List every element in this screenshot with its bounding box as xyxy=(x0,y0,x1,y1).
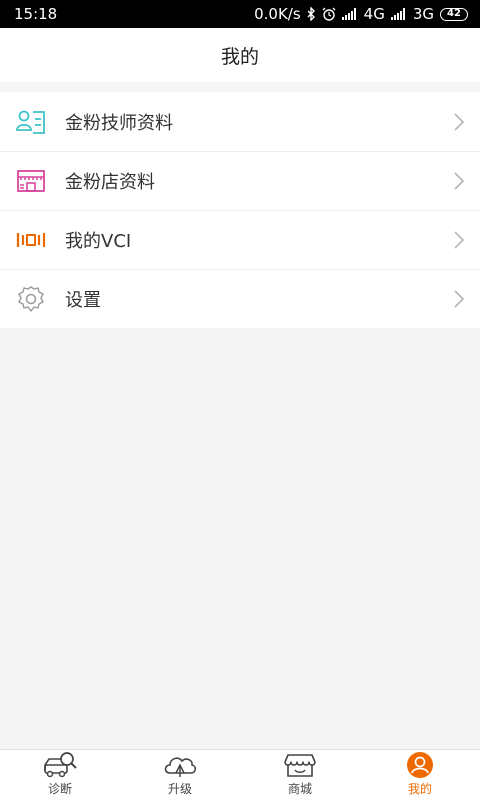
chevron-right-icon xyxy=(454,172,465,190)
car-search-icon xyxy=(42,750,78,779)
battery-icon: 42 xyxy=(440,7,468,21)
technician-profile-icon xyxy=(16,107,46,137)
menu-item-technician-profile[interactable]: 金粉技师资料 xyxy=(0,92,480,151)
chevron-right-icon xyxy=(454,290,465,308)
vci-device-icon xyxy=(16,225,46,255)
menu-item-store-profile[interactable]: 金粉店资料 xyxy=(0,151,480,210)
network-type-2: 3G xyxy=(412,5,434,23)
store-icon xyxy=(16,166,46,196)
tab-upgrade[interactable]: 升级 xyxy=(120,750,240,800)
cloud-upgrade-icon xyxy=(162,750,198,779)
gear-icon xyxy=(16,284,46,314)
profile-menu: 金粉技师资料 金粉店资料 我的VCI 设置 xyxy=(0,92,480,328)
status-bar: 15:18 0.0K/s 4G 3G 42 xyxy=(0,0,480,28)
status-indicators: 0.0K/s 4G 3G 42 xyxy=(254,5,468,23)
menu-label: 我的VCI xyxy=(65,231,132,252)
menu-label: 金粉技师资料 xyxy=(65,112,173,134)
network-speed: 0.0K/s xyxy=(254,5,301,23)
page-title: 我的 xyxy=(220,45,259,68)
title-bar: 我的 xyxy=(0,28,480,82)
tab-label: 商城 xyxy=(287,782,312,796)
menu-item-my-vci[interactable]: 我的VCI xyxy=(0,210,480,269)
bluetooth-icon xyxy=(307,7,316,21)
tab-label: 诊断 xyxy=(47,782,72,796)
chevron-right-icon xyxy=(454,231,465,249)
shop-icon xyxy=(282,750,318,779)
alarm-icon xyxy=(322,7,336,21)
chevron-right-icon xyxy=(454,112,465,131)
signal-icon xyxy=(390,8,407,20)
network-type-1: 4G xyxy=(363,5,385,23)
tab-label: 升级 xyxy=(167,782,192,796)
menu-label: 金粉店资料 xyxy=(65,172,155,193)
signal-icon xyxy=(341,8,358,20)
battery-level: 42 xyxy=(447,8,461,19)
bottom-tab-bar: 诊断 升级 商城 我的 xyxy=(0,749,480,800)
tab-label: 我的 xyxy=(407,782,432,796)
user-icon xyxy=(402,750,438,779)
tab-shop[interactable]: 商城 xyxy=(240,750,360,800)
menu-label: 设置 xyxy=(65,290,101,311)
menu-item-settings[interactable]: 设置 xyxy=(0,269,480,328)
tab-diagnose[interactable]: 诊断 xyxy=(0,750,120,800)
status-time: 15:18 xyxy=(14,5,58,23)
tab-mine[interactable]: 我的 xyxy=(360,750,480,800)
